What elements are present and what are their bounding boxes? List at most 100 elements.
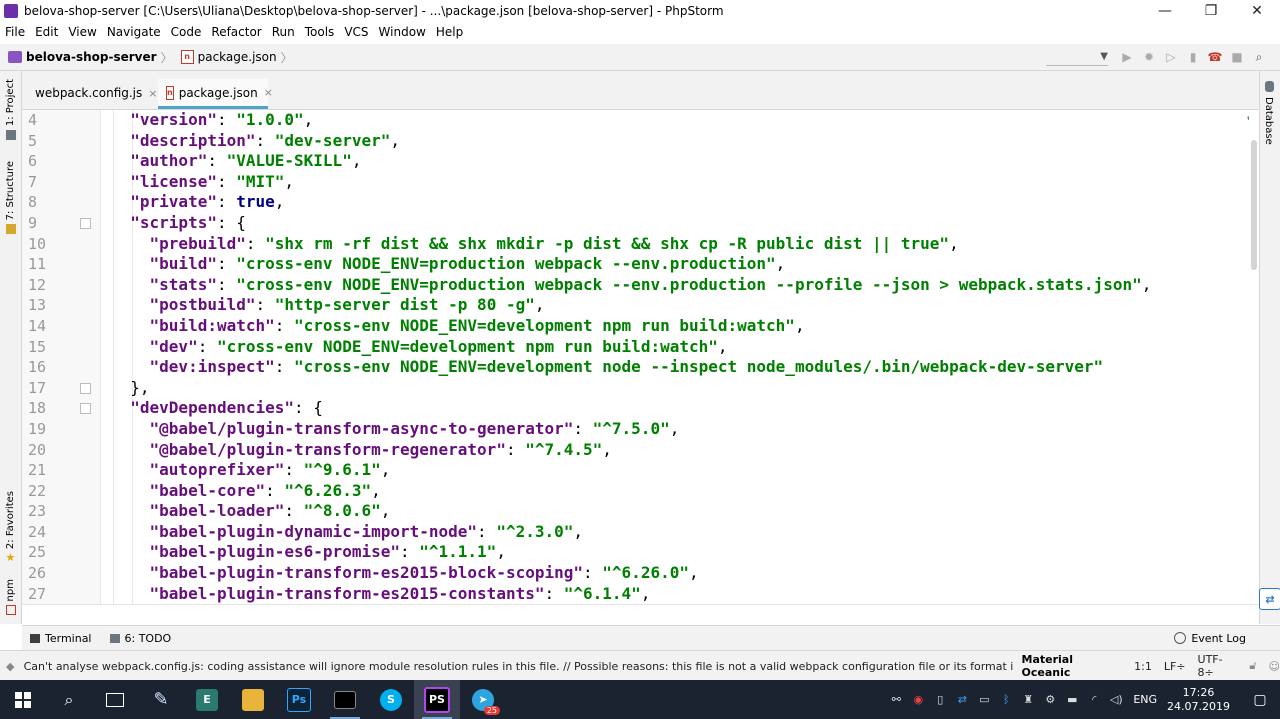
skype-icon: S [380, 688, 402, 711]
close-tab-icon[interactable]: × [264, 86, 273, 99]
task-view-button[interactable] [92, 680, 138, 719]
minimize-button[interactable]: — [1142, 0, 1188, 22]
inspector-icon[interactable]: ☺ [1269, 660, 1280, 673]
display-icon[interactable]: ▭ [973, 680, 995, 719]
code-line: "autoprefixer": "^9.6.1", [149, 460, 391, 480]
code-line: "babel-loader": "^8.0.6", [149, 501, 391, 521]
coverage-icon[interactable]: ▷ [1160, 48, 1182, 66]
menu-edit[interactable]: Edit [30, 25, 63, 39]
bluetooth-icon[interactable]: ᛒ [995, 680, 1017, 719]
teamviewer-tray-icon[interactable]: ⇄ [951, 680, 973, 719]
wifi-icon[interactable]: ◜ [1083, 680, 1105, 719]
breadcrumb-project[interactable]: belova-shop-server 〉 [0, 49, 173, 66]
teamviewer-icon[interactable]: ⇄ [1259, 588, 1280, 610]
status-message[interactable]: Can't analyse webpack.config.js: coding … [24, 660, 1014, 673]
fold-marker-icon[interactable] [80, 403, 91, 415]
phpstorm-icon: PS [424, 686, 450, 713]
stop-icon[interactable]: ■ [1226, 48, 1248, 66]
tool-tab-project[interactable]: 1: Project [0, 79, 21, 141]
tab-package-json[interactable]: n package.json × [158, 79, 273, 109]
line-number: 24 [28, 522, 47, 541]
phone-listen-icon[interactable]: ☎ [1204, 48, 1226, 66]
window-controls: — ❐ ✕ [1142, 0, 1280, 22]
code-line: "version": "1.0.0", [130, 110, 314, 129]
database-icon [1265, 81, 1274, 92]
menu-file[interactable]: File [0, 25, 30, 39]
menu-view[interactable]: View [63, 25, 101, 39]
lock-icon[interactable]: 🔓︎ [1249, 659, 1256, 673]
debug-icon[interactable]: ✹ [1138, 48, 1160, 66]
line-number: 16 [28, 358, 47, 377]
menu-code[interactable]: Code [166, 25, 207, 39]
battery-icon[interactable]: ▬ [1061, 680, 1083, 719]
profile-icon[interactable]: ▮ [1182, 48, 1204, 66]
editor-icon: E [196, 688, 218, 711]
code-line: "stats": "cross-env NODE_ENV=production … [149, 274, 1152, 294]
tool-tab-structure[interactable]: 7: Structure [0, 161, 21, 235]
line-number: 12 [28, 275, 47, 294]
menu-help[interactable]: Help [431, 25, 468, 39]
caret-position[interactable]: 1:1 [1134, 660, 1152, 673]
json-file-icon: n [166, 85, 174, 100]
code-line: "author": "VALUE-SKILL", [130, 151, 362, 171]
breadcrumb-file[interactable]: n package.json 〉 [173, 49, 293, 66]
run-icon[interactable]: ▶ [1116, 48, 1138, 66]
taskbar-explorer[interactable] [230, 680, 276, 719]
menu-refactor[interactable]: Refactor [206, 25, 266, 39]
line-number: 19 [28, 419, 47, 438]
run-configuration-dropdown[interactable]: ▼ [1046, 49, 1108, 66]
fold-marker-icon[interactable] [80, 217, 91, 229]
clock[interactable]: 17:26 24.07.2019 [1167, 686, 1230, 714]
menu-vcs[interactable]: VCS [339, 25, 373, 39]
menu-window[interactable]: Window [374, 25, 431, 39]
taskbar-browser[interactable]: ✎ [138, 680, 184, 719]
link-icon[interactable]: ⚯ [885, 680, 907, 719]
taskbar-search[interactable]: ⌕ [46, 680, 92, 719]
terminal-tab[interactable]: Terminal [30, 632, 92, 645]
fold-marker-icon[interactable] [80, 382, 91, 394]
taskbar-telegram[interactable]: ➤ 25 [460, 680, 506, 719]
event-log-tab[interactable]: Event Log [1174, 632, 1246, 645]
code-line: "description": "dev-server", [130, 130, 400, 150]
line-number: 6 [28, 152, 38, 171]
notification-center-icon[interactable]: ▢ [1240, 680, 1280, 719]
menu-navigate[interactable]: Navigate [102, 25, 166, 39]
menu-run[interactable]: Run [267, 25, 300, 39]
taskbar-skype[interactable]: S [368, 680, 414, 719]
code-line: "babel-plugin-es6-promise": "^1.1.1", [149, 542, 506, 562]
terminal-icon [334, 690, 356, 709]
menu-tools[interactable]: Tools [300, 25, 340, 39]
language-indicator[interactable]: ENG [1133, 693, 1157, 706]
line-number: 27 [28, 584, 47, 603]
usb-icon[interactable]: ▯ [929, 680, 951, 719]
tool-tab-npm[interactable]: npm [0, 579, 21, 616]
todo-tab[interactable]: 6: TODO [109, 632, 171, 645]
theme-indicator[interactable]: Material Oceanic [1022, 653, 1123, 679]
file-encoding[interactable]: UTF-8÷ [1198, 653, 1238, 679]
left-tool-bar: 1: Project 7: Structure 2: Favorites ★ n… [0, 71, 22, 624]
network-adapter-icon[interactable]: ♜ [1017, 680, 1039, 719]
tool-tab-database[interactable]: Database [1263, 97, 1274, 145]
code-editor[interactable]: "version": "1.0.0", "description": "dev-… [101, 110, 1248, 604]
settings-icon[interactable]: ⚙ [1039, 680, 1061, 719]
tool-tab-favorites[interactable]: 2: Favorites ★ [0, 491, 21, 563]
start-button[interactable] [0, 680, 46, 719]
horizontal-scrollbar[interactable] [22, 604, 1259, 625]
taskbar-editor[interactable]: E [184, 680, 230, 719]
volume-icon[interactable]: ◁) [1105, 680, 1127, 719]
code-content: "version": "1.0.0", "description": "dev-… [101, 110, 1248, 604]
close-tab-icon[interactable]: × [148, 87, 157, 100]
file-explorer-icon [242, 688, 264, 711]
scrollbar-thumb[interactable] [1251, 140, 1257, 270]
search-everywhere-icon[interactable]: ⌕ [1248, 48, 1270, 66]
tab-webpack-config[interactable]: webpack.config.js × [22, 79, 158, 107]
line-separator[interactable]: LF÷ [1164, 660, 1186, 673]
taskbar-phpstorm[interactable]: PS [414, 680, 460, 719]
line-number: 25 [28, 543, 47, 562]
taskbar-terminal[interactable] [322, 680, 368, 719]
taskbar-photoshop[interactable]: Ps [276, 680, 322, 719]
maximize-button[interactable]: ❐ [1188, 0, 1234, 22]
close-button[interactable]: ✕ [1234, 0, 1280, 22]
chrome-icon[interactable]: ◉ [907, 680, 929, 719]
vertical-scrollbar[interactable] [1249, 110, 1259, 604]
